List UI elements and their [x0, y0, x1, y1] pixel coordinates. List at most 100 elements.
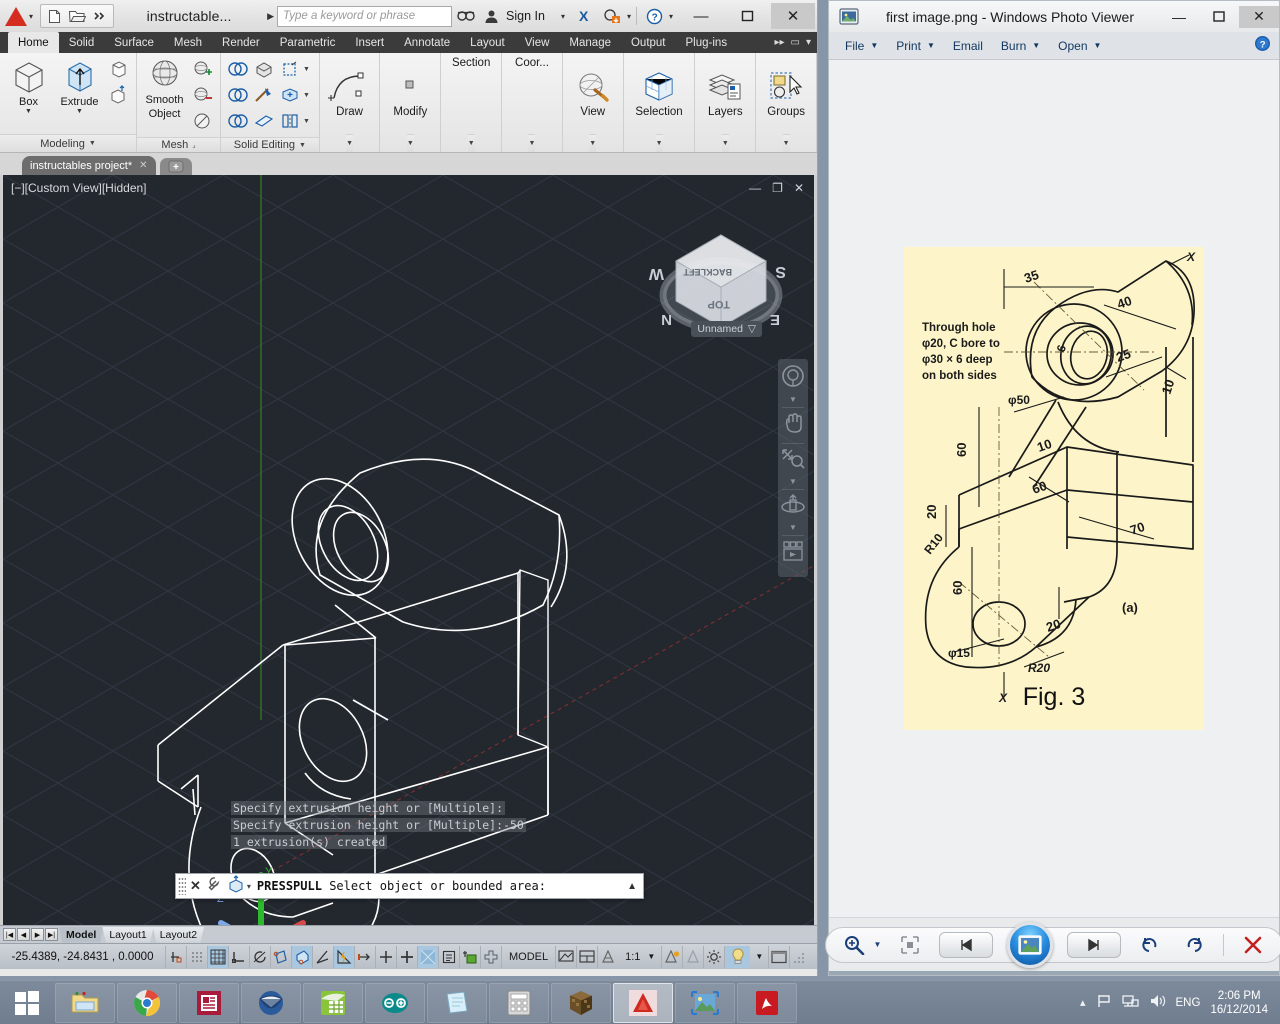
transparency-toggle[interactable]	[396, 946, 417, 968]
taskbar-thunderbird[interactable]	[241, 983, 301, 1023]
infer-constraints-toggle[interactable]	[165, 946, 186, 968]
taskbar-autocad[interactable]	[613, 983, 673, 1023]
taskbar-arduino[interactable]	[365, 983, 425, 1023]
menu-email[interactable]: Email	[945, 37, 991, 55]
taskbar-spreadsheet[interactable]	[303, 983, 363, 1023]
minimize-button[interactable]: —	[679, 3, 723, 29]
tab-view[interactable]: View	[515, 32, 560, 53]
command-line[interactable]: ✕ ▾ PRESSPULL Select object or bounded a…	[175, 873, 644, 899]
object-snap-tracking-toggle[interactable]	[312, 946, 333, 968]
orbit-icon[interactable]	[780, 493, 806, 522]
zoom-dropdown-icon[interactable]: ▼	[874, 940, 882, 949]
pan-hand-icon[interactable]	[781, 411, 805, 440]
more-commands-icon[interactable]	[90, 6, 110, 26]
zoom-extents-icon[interactable]	[780, 447, 806, 476]
previous-layout-button[interactable]: ◀	[17, 928, 30, 941]
view-name-chip[interactable]: Unnamed ▽	[691, 321, 762, 337]
layout-tab-model[interactable]: Model	[59, 927, 103, 943]
search-icon[interactable]	[456, 8, 476, 24]
exchange-apps-icon[interactable]: X	[577, 8, 595, 24]
a360-dropdown-icon[interactable]: ▾	[627, 12, 631, 21]
tab-home[interactable]: Home	[8, 32, 59, 53]
smooth-object-button[interactable]: Smooth Object	[141, 56, 188, 120]
panel-title-modify[interactable]: ▼	[407, 134, 414, 152]
wheel-dropdown-icon[interactable]: ▼	[789, 395, 797, 404]
tab-insert[interactable]: Insert	[345, 32, 394, 53]
tab-render[interactable]: Render	[212, 32, 270, 53]
presspull-icon[interactable]	[107, 83, 131, 107]
annotation-visibility-icon[interactable]	[661, 946, 682, 968]
resize-grip[interactable]	[789, 946, 810, 968]
autodesk-360-icon[interactable]	[603, 8, 621, 24]
union-icon[interactable]	[226, 57, 250, 81]
action-center-flag-icon[interactable]	[1096, 993, 1112, 1012]
drawing-viewport[interactable]: [−][Custom View][Hidden] — ❐ ✕	[0, 175, 817, 925]
auto-scale-icon[interactable]	[682, 946, 703, 968]
signin-dropdown-icon[interactable]: ▾	[561, 12, 565, 21]
minimize-ribbon-icon[interactable]: ▭	[791, 37, 800, 48]
chevron-down-icon[interactable]: ▼	[1094, 41, 1102, 50]
clean-icon[interactable]	[252, 109, 276, 133]
panel-title-section[interactable]: ▼	[468, 134, 475, 152]
panel-title-view[interactable]: ▼	[589, 134, 596, 152]
chevron-down-icon[interactable]: ▾	[29, 12, 33, 21]
annotation-scale-icon[interactable]	[597, 946, 618, 968]
selection-cycling-toggle[interactable]	[417, 946, 438, 968]
start-button[interactable]	[0, 982, 54, 1024]
actual-size-button[interactable]	[895, 932, 925, 958]
photo-viewer-canvas[interactable]: 35 40 25 10 φ50 60 10 20 R10 60 60 70 20…	[829, 60, 1279, 917]
object-snap-toggle[interactable]	[270, 946, 291, 968]
taskbar-google-chrome[interactable]	[117, 983, 177, 1023]
add-button-icon[interactable]	[480, 946, 501, 968]
displayed-image[interactable]: 35 40 25 10 φ50 60 10 20 R10 60 60 70 20…	[904, 247, 1204, 730]
taskbar-minecraft[interactable]	[551, 983, 611, 1023]
polysolid-icon[interactable]	[107, 57, 131, 81]
open-file-icon[interactable]	[67, 6, 87, 26]
zoom-dropdown-icon[interactable]: ▼	[789, 477, 797, 486]
hardware-dropdown-icon[interactable]: ▼	[750, 952, 768, 961]
extrude-dropdown-icon[interactable]: ▼	[76, 108, 83, 115]
layout-tab-layout2[interactable]: Layout2	[153, 927, 204, 943]
new-drawing-tab-button[interactable]	[160, 158, 192, 175]
extrude-faces-icon[interactable]	[252, 57, 276, 81]
first-layout-button[interactable]: |◀	[3, 928, 16, 941]
minimize-button[interactable]: —	[1159, 6, 1199, 28]
taskbar-notepad[interactable]	[427, 983, 487, 1023]
imprint-icon[interactable]	[278, 57, 302, 81]
close-icon[interactable]: ✕	[190, 878, 201, 894]
dynamic-input-toggle[interactable]	[354, 946, 375, 968]
user-icon[interactable]	[484, 9, 499, 24]
last-layout-button[interactable]: ▶|	[45, 928, 58, 941]
space-indicator[interactable]: MODEL	[501, 946, 555, 968]
delete-button[interactable]	[1238, 932, 1268, 958]
tab-surface[interactable]: Surface	[104, 32, 164, 53]
close-icon[interactable]: ✕	[139, 160, 147, 171]
taskbar-news-reader[interactable]	[179, 983, 239, 1023]
tab-layout[interactable]: Layout	[460, 32, 515, 53]
next-layout-button[interactable]: ▶	[31, 928, 44, 941]
add-object-icon[interactable]	[459, 946, 480, 968]
chevron-down-icon[interactable]: ▼	[1032, 41, 1040, 50]
box-button[interactable]: Box ▼	[4, 56, 53, 115]
help-icon[interactable]: ?	[1254, 35, 1271, 57]
panel-title-coordinates[interactable]: ▼	[528, 134, 535, 152]
tab-solid[interactable]: Solid	[59, 32, 105, 53]
panel-title-layers[interactable]: ▼	[722, 134, 729, 152]
smooth-more-icon[interactable]	[191, 57, 215, 81]
snap-mode-toggle[interactable]	[186, 946, 207, 968]
tab-parametric[interactable]: Parametric	[270, 32, 346, 53]
polar-tracking-toggle[interactable]	[249, 946, 270, 968]
rotate-counterclockwise-button[interactable]	[1135, 932, 1165, 958]
hardware-acceleration-icon[interactable]	[724, 946, 750, 968]
panel-title-draw[interactable]: ▼	[346, 134, 353, 152]
annotation-scale-value[interactable]: 1:1	[618, 946, 647, 968]
chevron-down-icon[interactable]: ▽	[748, 323, 756, 335]
show-motion-icon[interactable]	[780, 539, 806, 570]
workspace-gear-icon[interactable]	[703, 946, 724, 968]
lineweight-toggle[interactable]	[375, 946, 396, 968]
panel-title-mesh[interactable]: Mesh⌟	[137, 137, 220, 152]
taskbar-file-explorer[interactable]	[55, 983, 115, 1023]
search-input[interactable]: Type a keyword or phrase	[277, 6, 452, 27]
extrude-button[interactable]: Extrude ▼	[55, 56, 104, 115]
maximize-button[interactable]	[725, 3, 769, 29]
